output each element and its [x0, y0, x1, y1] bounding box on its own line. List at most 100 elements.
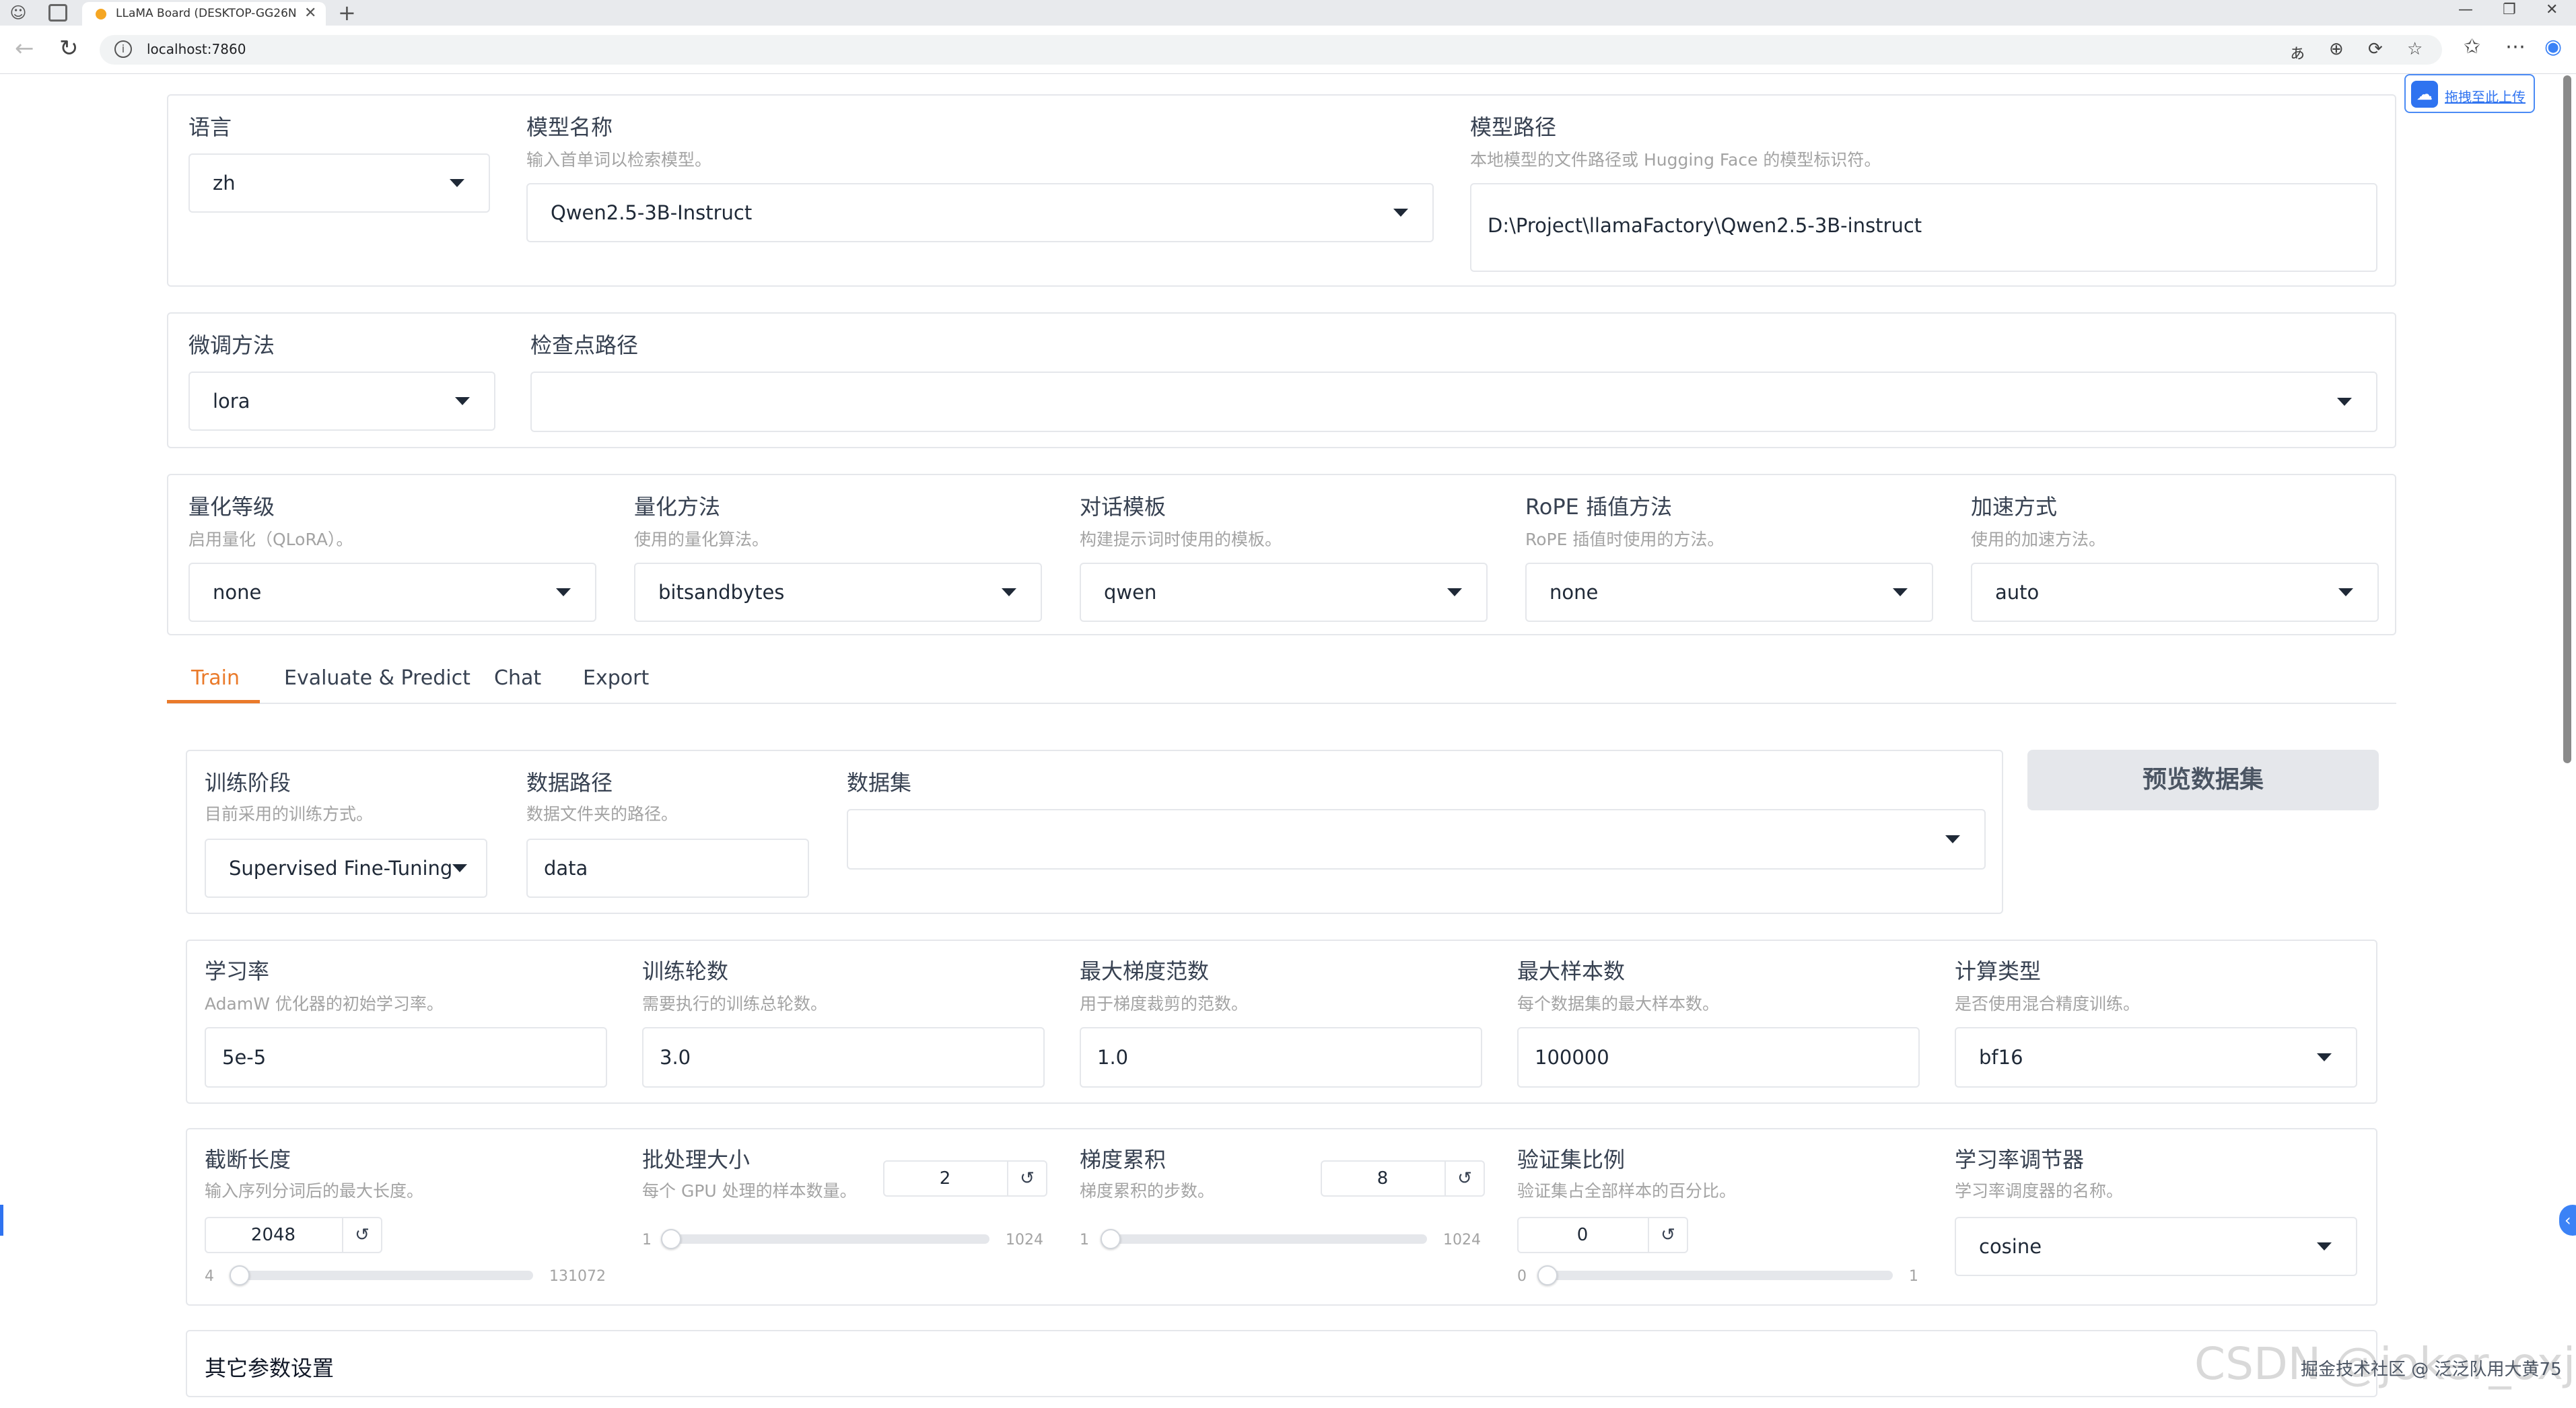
dataset-dropdown[interactable]	[847, 809, 1986, 870]
template-label: 对话模板	[1080, 494, 1167, 520]
finetune-method-dropdown[interactable]: lora	[188, 372, 495, 431]
model-name-dropdown[interactable]: Qwen2.5-3B-Instruct	[526, 183, 1434, 242]
data-dir-desc: 数据文件夹的路径。	[526, 804, 678, 824]
quant-bit-desc: 启用量化（QLoRA）。	[188, 530, 353, 549]
grad-accum-slider[interactable]	[1105, 1234, 1427, 1244]
left-edge-marker	[0, 1205, 3, 1236]
profile-icon[interactable]: ☺	[8, 4, 28, 22]
cutoff-len-number[interactable]: 2048 ↺	[205, 1217, 382, 1253]
close-tab-icon[interactable]: ✕	[304, 5, 316, 22]
lr-scheduler-dropdown[interactable]: cosine	[1955, 1217, 2357, 1276]
max-samples-label: 最大样本数	[1517, 958, 1626, 984]
chevron-down-icon	[2338, 588, 2353, 596]
language-dropdown[interactable]: zh	[188, 153, 490, 213]
preview-dataset-button[interactable]: 预览数据集	[2027, 750, 2379, 810]
batch-size-label: 批处理大小	[642, 1147, 751, 1172]
chevron-down-icon	[1002, 588, 1016, 596]
reset-icon[interactable]: ↺	[1007, 1162, 1046, 1195]
compute-type-label: 计算类型	[1955, 958, 2042, 984]
chevron-down-icon	[452, 864, 467, 872]
reset-icon[interactable]: ↺	[1444, 1162, 1484, 1195]
upload-button[interactable]: ☁ 拖拽至此上传	[2404, 74, 2535, 113]
finetune-method-label: 微调方法	[188, 332, 275, 358]
watermark-small: 掘金技术社区 @ 泛泛队用大黄75	[2301, 1360, 2562, 1380]
batch-size-max: 1024	[1006, 1232, 1043, 1248]
extra-args-label: 其它参数设置	[205, 1356, 335, 1381]
restore-icon[interactable]: ❐	[2503, 1, 2516, 18]
tab-chat[interactable]: Chat	[494, 666, 541, 690]
reload-icon[interactable]: ↻	[59, 35, 79, 62]
batch-size-desc: 每个 GPU 处理的样本数量。	[642, 1181, 857, 1201]
data-dir-input[interactable]: data	[526, 839, 809, 898]
tab-train[interactable]: Train	[191, 666, 240, 690]
cutoff-len-slider[interactable]	[232, 1271, 533, 1280]
max-grad-norm-input[interactable]: 1.0	[1080, 1027, 1482, 1088]
reset-icon[interactable]: ↺	[342, 1218, 381, 1252]
minimize-icon[interactable]: —	[2458, 1, 2473, 18]
cloud-upload-icon: ☁	[2411, 81, 2438, 108]
extra-args-accordion[interactable]: 其它参数设置	[186, 1330, 2377, 1397]
reset-icon[interactable]: ↺	[1648, 1218, 1687, 1252]
batch-size-number[interactable]: 2 ↺	[883, 1160, 1047, 1197]
quant-bit-dropdown[interactable]: none	[188, 563, 596, 622]
checkpoint-path-dropdown[interactable]	[530, 372, 2377, 432]
val-size-number[interactable]: 0 ↺	[1517, 1217, 1688, 1253]
new-tab-icon[interactable]: +	[338, 0, 356, 26]
stage-dropdown[interactable]: Supervised Fine-Tuning	[205, 839, 487, 898]
zoom-icon[interactable]: ⊕	[2329, 39, 2344, 59]
chevron-down-icon	[455, 397, 470, 405]
chevron-down-icon	[1447, 588, 1462, 596]
tab-evaluate-predict[interactable]: Evaluate & Predict	[284, 666, 471, 690]
grad-accum-number[interactable]: 8 ↺	[1321, 1160, 1485, 1197]
favicon-icon	[96, 9, 106, 20]
train-data-panel: 训练阶段 目前采用的训练方式。 Supervised Fine-Tuning 数…	[186, 750, 2003, 914]
tab-export[interactable]: Export	[583, 666, 649, 690]
site-info-icon[interactable]: i	[114, 40, 132, 58]
booster-dropdown[interactable]: auto	[1971, 563, 2379, 622]
compute-type-dropdown[interactable]: bf16	[1955, 1027, 2357, 1088]
browser-tab-bar: ☺ LLaMA Board (DESKTOP-GG26N... ✕ + — ❐ …	[0, 0, 2576, 26]
model-path-input[interactable]: D:\Project\llamaFactory\Qwen2.5-3B-instr…	[1470, 183, 2377, 272]
page-scrollbar[interactable]	[2563, 75, 2571, 763]
more-menu-icon[interactable]: ⋯	[2505, 35, 2526, 59]
translate-icon[interactable]: ぁ	[2289, 39, 2306, 64]
chevron-down-icon	[1893, 588, 1908, 596]
learning-rate-label: 学习率	[205, 958, 270, 984]
chevron-down-icon	[1945, 835, 1960, 843]
template-dropdown[interactable]: qwen	[1080, 563, 1488, 622]
url-field[interactable]: i localhost:7860 ぁ ⊕ ⟳ ☆	[100, 35, 2442, 65]
favorites-icon[interactable]: ✩	[2464, 35, 2480, 59]
rope-dropdown[interactable]: none	[1525, 563, 1933, 622]
workspaces-icon[interactable]	[48, 4, 67, 22]
batch-size-slider[interactable]	[668, 1234, 989, 1244]
quant-method-label: 量化方法	[634, 494, 721, 520]
close-window-icon[interactable]: ✕	[2546, 1, 2558, 18]
epochs-input[interactable]: 3.0	[642, 1027, 1045, 1088]
copilot-icon[interactable]: ◉	[2544, 35, 2562, 59]
quant-method-dropdown[interactable]: bitsandbytes	[634, 563, 1042, 622]
max-samples-input[interactable]: 100000	[1517, 1027, 1920, 1088]
grad-accum-slider-handle[interactable]	[1101, 1229, 1121, 1249]
favorite-star-icon[interactable]: ☆	[2407, 39, 2423, 59]
browser-tab[interactable]: LLaMA Board (DESKTOP-GG26N... ✕	[82, 2, 326, 26]
batch-size-slider-handle[interactable]	[661, 1229, 682, 1249]
slider-panel: 截断长度 输入序列分词后的最大长度。 2048 ↺ 4 131072 批处理大小…	[186, 1128, 2377, 1306]
cutoff-len-desc: 输入序列分词后的最大长度。	[205, 1181, 424, 1201]
max-grad-norm-label: 最大梯度范数	[1080, 958, 1210, 984]
side-panel-toggle-icon[interactable]: ‹	[2559, 1205, 2576, 1236]
max-samples-desc: 每个数据集的最大样本数。	[1517, 994, 1720, 1014]
val-size-slider[interactable]	[1544, 1271, 1893, 1280]
learning-rate-input[interactable]: 5e-5	[205, 1027, 607, 1088]
model-path-desc: 本地模型的文件路径或 Hugging Face 的模型标识符。	[1470, 150, 1881, 170]
val-size-slider-handle[interactable]	[1537, 1265, 1558, 1286]
chevron-down-icon	[2317, 1242, 2332, 1251]
compute-type-desc: 是否使用混合精度训练。	[1955, 994, 2140, 1014]
cutoff-len-slider-handle[interactable]	[229, 1265, 250, 1286]
batch-size-min: 1	[642, 1232, 652, 1248]
back-icon[interactable]: ←	[15, 35, 34, 62]
model-name-label: 模型名称	[526, 114, 613, 140]
address-bar: ← ↻ i localhost:7860 ぁ ⊕ ⟳ ☆ ✩ ⋯ ◉	[0, 26, 2576, 74]
refresh-site-icon[interactable]: ⟳	[2368, 39, 2383, 59]
val-size-desc: 验证集占全部样本的百分比。	[1517, 1181, 1737, 1201]
grad-accum-label: 梯度累积	[1080, 1147, 1167, 1172]
